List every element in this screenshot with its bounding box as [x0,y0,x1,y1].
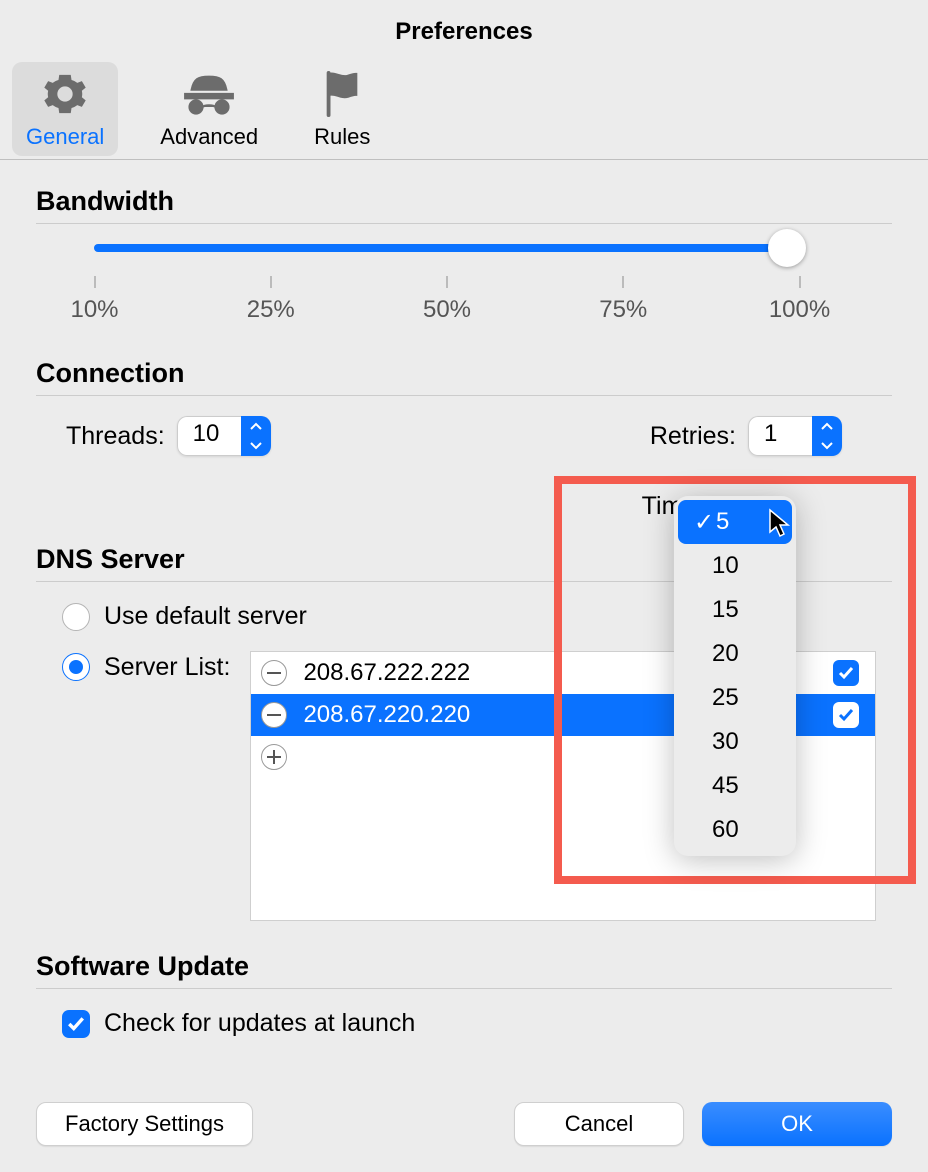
tick-10: 10% [94,276,95,324]
threads-label: Threads: [66,422,165,451]
check-updates-label: Check for updates at launch [104,1009,415,1038]
section-bandwidth-title: Bandwidth [36,186,892,217]
tick-25: 25% [270,276,271,324]
retries-value: 1 [748,416,812,456]
timeout-option-15[interactable]: 15 [674,588,796,632]
timeout-option-60[interactable]: 60 [674,808,796,852]
remove-server-icon[interactable] [261,660,287,686]
tab-advanced-label: Advanced [160,124,258,150]
threads-value: 10 [177,416,241,456]
divider [36,988,892,989]
chevron-up-icon[interactable] [241,416,271,436]
tick-100: 100% [799,276,800,324]
remove-server-icon[interactable] [261,702,287,728]
bandwidth-ticks: 10% 25% 50% 75% 100% [94,276,800,324]
timeout-option-20[interactable]: 20 [674,632,796,676]
server-enabled-checkbox[interactable] [833,702,859,728]
timeout-option-45[interactable]: 45 [674,764,796,808]
server-ip: 208.67.222.222 [303,659,470,687]
tab-advanced[interactable]: Advanced [146,62,272,156]
chevron-down-icon[interactable] [812,436,842,456]
check-updates-checkbox[interactable] [62,1010,90,1038]
server-enabled-checkbox[interactable] [833,660,859,686]
chevron-down-icon[interactable] [241,436,271,456]
timeout-option-25[interactable]: 25 [674,676,796,720]
bandwidth-slider-thumb[interactable] [768,229,806,267]
section-connection-title: Connection [36,358,892,389]
radio-server-list[interactable] [62,653,90,681]
add-server-icon[interactable] [261,744,287,770]
tab-rules-label: Rules [314,124,370,150]
radio-default-server[interactable] [62,603,90,631]
toolbar: Preferences General Advanced Rules [0,0,928,160]
factory-settings-button[interactable]: Factory Settings [36,1102,253,1146]
window-title: Preferences [0,0,928,46]
tick-50: 50% [447,276,448,324]
tick-75: 75% [623,276,624,324]
bandwidth-slider[interactable] [94,244,800,252]
ok-button[interactable]: OK [702,1102,892,1146]
cursor-icon [768,508,792,543]
retries-label: Retries: [650,422,736,451]
flag-icon [322,70,362,118]
timeout-dropdown[interactable]: ✓ 5 10 15 20 25 30 45 60 [674,496,796,856]
timeout-option-10[interactable]: 10 [674,544,796,588]
retries-stepper[interactable]: 1 [748,416,842,456]
chevron-up-icon[interactable] [812,416,842,436]
server-list-label: Server List: [104,653,230,682]
timeout-option-30[interactable]: 30 [674,720,796,764]
tab-general-label: General [26,124,104,150]
incognito-icon [183,70,235,118]
cancel-button[interactable]: Cancel [514,1102,684,1146]
divider [36,223,892,224]
server-ip: 208.67.220.220 [303,701,470,729]
gear-icon [42,70,88,118]
threads-stepper[interactable]: 10 [177,416,271,456]
tabs: General Advanced Rules [0,62,928,156]
tab-general[interactable]: General [12,62,118,156]
section-update-title: Software Update [36,951,892,982]
divider [36,395,892,396]
use-default-server-label: Use default server [104,602,307,631]
checkmark-icon: ✓ [694,508,716,537]
tab-rules[interactable]: Rules [300,62,384,156]
